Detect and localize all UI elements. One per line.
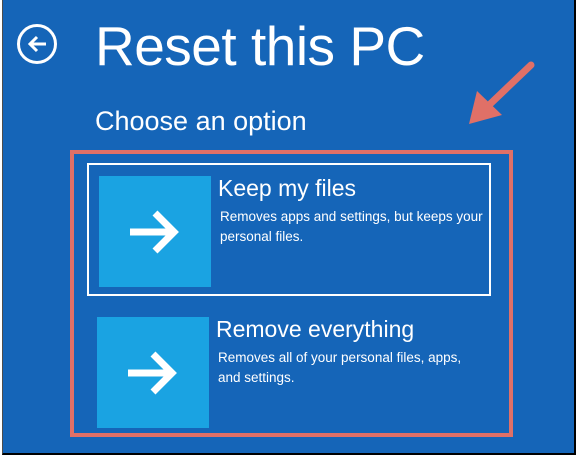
option-description: Removes apps and settings, but keeps you… <box>220 209 483 244</box>
arrow-right-icon <box>130 210 179 254</box>
option-tile <box>97 317 209 428</box>
option-title: Keep my files <box>218 175 357 201</box>
annotation-arrow-icon <box>469 61 535 124</box>
page-subtitle: Choose an option <box>95 106 307 136</box>
option-title: Remove everything <box>216 316 415 342</box>
option-keep-my-files[interactable]: Keep my files Removes apps and settings,… <box>87 163 491 296</box>
option-tile <box>99 176 211 287</box>
option-description: Removes all of your personal files, apps… <box>218 350 462 385</box>
back-arrow-icon <box>27 35 46 53</box>
reset-this-pc-screen: Reset this PC Choose an option Keep my f… <box>2 0 576 455</box>
back-button[interactable] <box>17 24 57 64</box>
arrow-right-icon <box>128 351 177 395</box>
option-remove-everything[interactable]: Remove everything Removes all of your pe… <box>87 306 491 439</box>
page-title: Reset this PC <box>95 15 425 77</box>
